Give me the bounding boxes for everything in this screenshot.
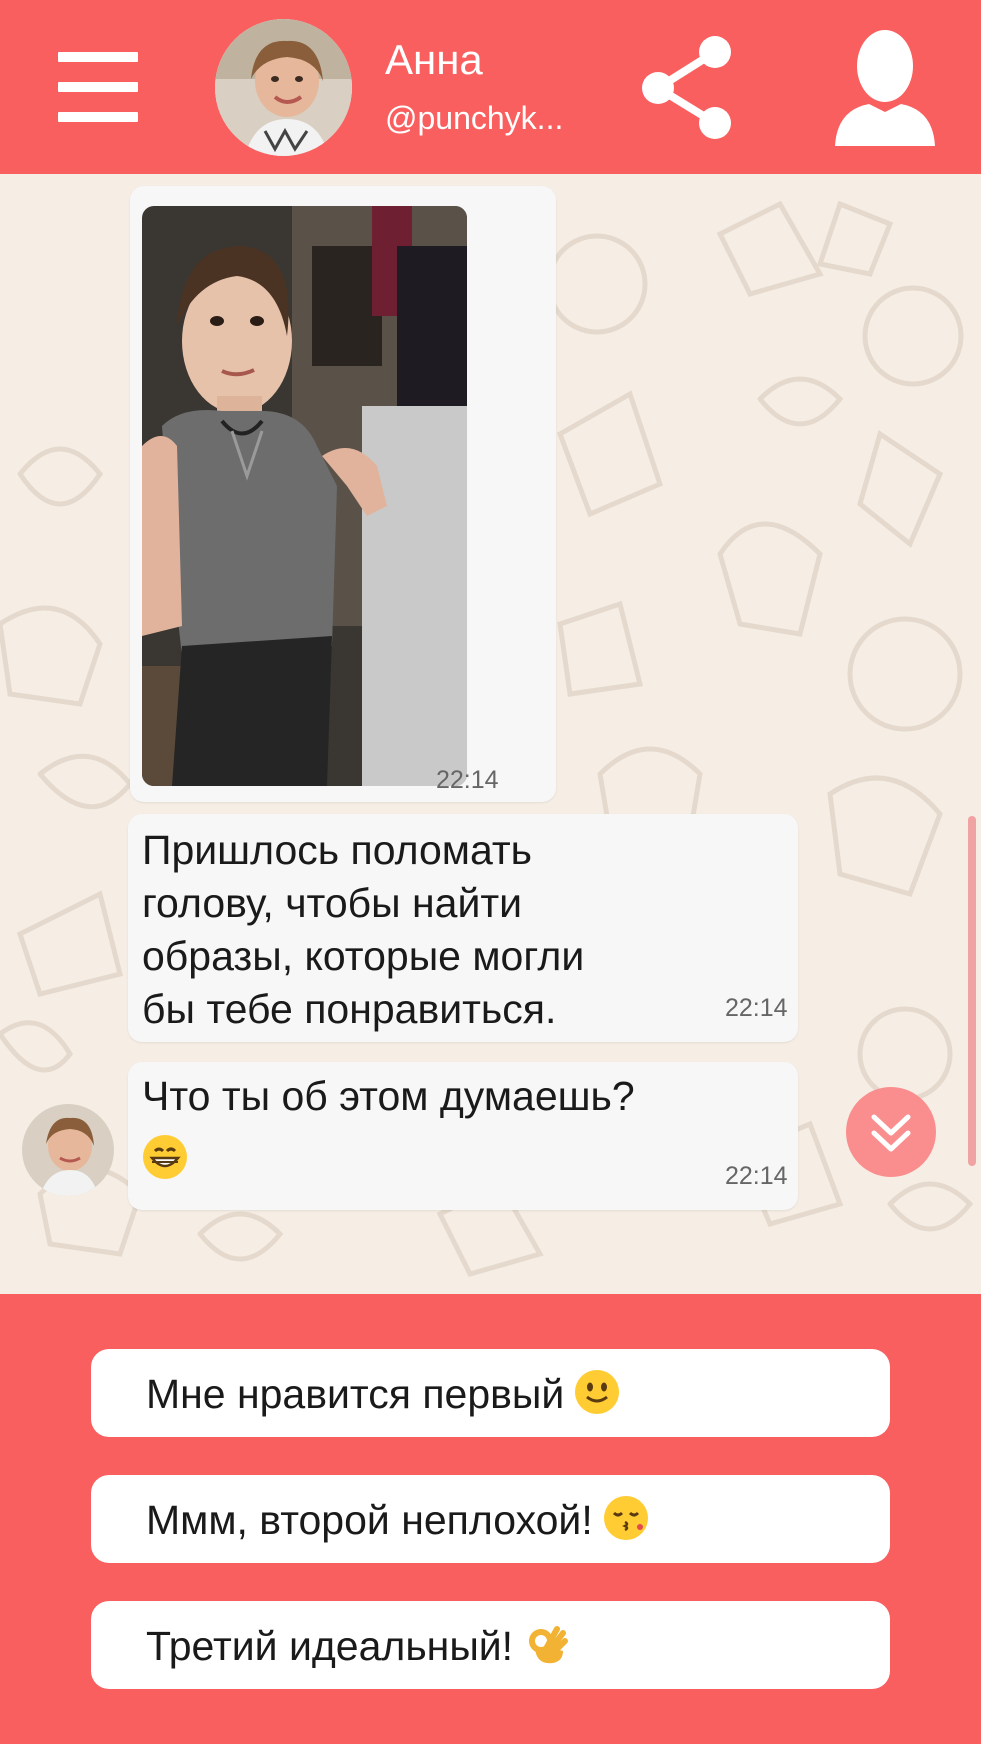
answer-label: Третий идеальный! [146,1621,569,1677]
message-line: голову, чтобы найти [142,880,523,926]
share-icon[interactable] [640,34,735,141]
message-line: образы, которые могли [142,933,585,979]
answer-panel: Мне нравится первый Ммм, второй неплохой… [0,1294,981,1744]
slightly-smiling-face-emoji [574,1369,620,1425]
contact-avatar[interactable] [215,19,352,156]
message-photo[interactable] [142,206,467,786]
message-text: Пришлось поломать голову, чтобы найти об… [142,824,584,1036]
kissing-face-emoji [603,1495,649,1551]
message-text: Что ты об этом думаешь? [142,1073,635,1119]
chat-area[interactable]: 22:14 Пришлось поломать голову, чтобы на… [0,174,981,1294]
message-line: Пришлось поломать [142,827,533,873]
scroll-to-bottom-button[interactable] [846,1087,936,1177]
answer-option-3[interactable]: Третий идеальный! [91,1601,890,1689]
contact-name: Анна [385,36,483,83]
answer-option-2[interactable]: Ммм, второй неплохой! [91,1475,890,1563]
text-message-bubble: Что ты об этом думаешь? 22:14 [128,1062,798,1210]
chat-header: Анна @punchyk... [0,0,981,174]
answer-option-1[interactable]: Мне нравится первый [91,1349,890,1437]
message-time: 22:14 [725,1162,788,1190]
text-message-bubble: Пришлось поломать голову, чтобы найти об… [128,814,798,1042]
answer-label: Ммм, второй неплохой! [146,1495,649,1551]
message-time: 22:14 [725,994,788,1022]
ok-hand-emoji [523,1621,569,1677]
answer-label: Мне нравится первый [146,1369,620,1425]
message-line: бы тебе понравиться. [142,986,557,1032]
double-chevron-down-icon [871,1114,911,1152]
hamburger-menu-icon[interactable] [58,52,138,122]
photo-message-bubble: 22:14 [130,186,556,802]
message-time: 22:14 [436,766,499,794]
chat-scrollbar[interactable] [968,816,976,1166]
grinning-face-emoji [142,1134,188,1185]
user-profile-icon[interactable] [835,28,935,146]
contact-handle: @punchyk... [385,100,564,136]
sender-avatar[interactable] [22,1104,114,1196]
